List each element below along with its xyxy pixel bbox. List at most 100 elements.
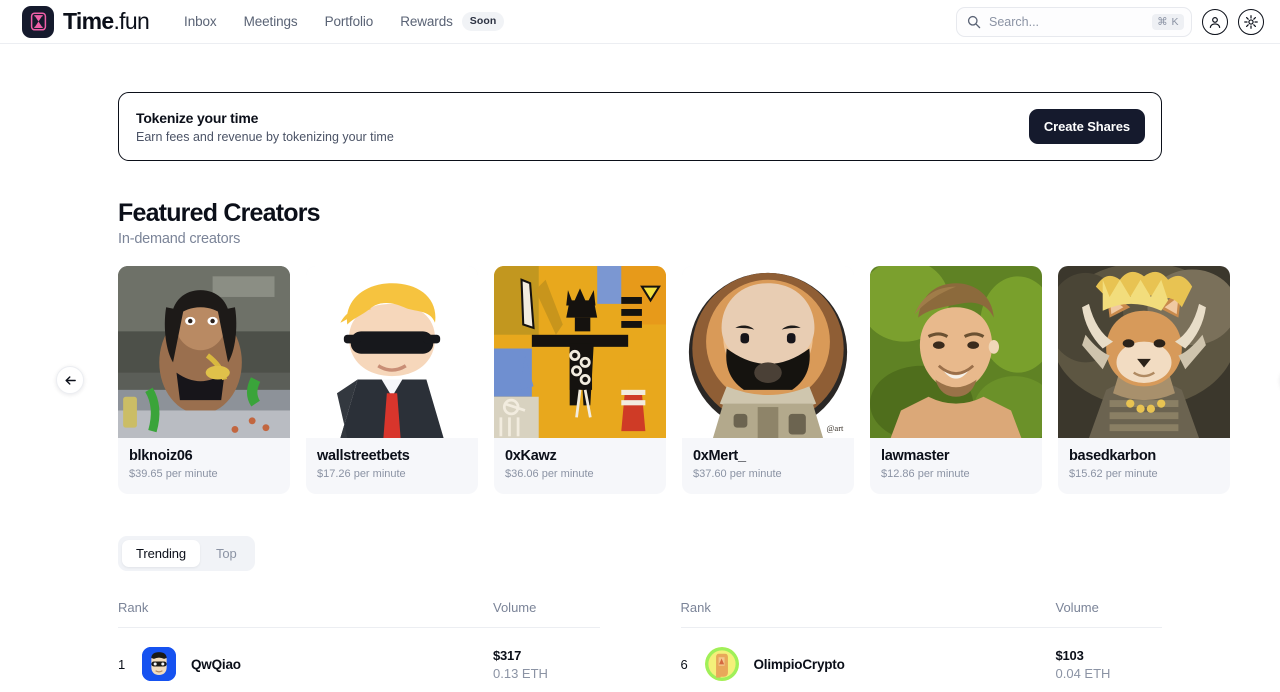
table-header: Rank Volume <box>680 600 1162 628</box>
nav-item-portfolio[interactable]: Portfolio <box>325 14 374 29</box>
creator-card[interactable]: 0xKawz $36.06 per minute <box>494 266 666 494</box>
tab-trending[interactable]: Trending <box>122 540 201 567</box>
creator-card[interactable]: wallstreetbets $17.26 per minute <box>306 266 478 494</box>
column-header-volume: Volume <box>1055 600 1099 615</box>
royal-fox-painting-art <box>1058 266 1230 438</box>
rank-cell: 1 QwQiao <box>118 647 493 681</box>
main-nav: Inbox Meetings Portfolio Rewards Soon <box>184 12 505 31</box>
search-shortcut-badge: ⌘ K <box>1152 13 1184 30</box>
creator-name: basedkarbon <box>1069 448 1156 464</box>
creator-card-body: lawmaster $12.86 per minute <box>870 438 1042 494</box>
app-header: Time.fun Inbox Meetings Portfolio Reward… <box>0 0 1280 44</box>
volume-usd: $103 <box>1055 647 1084 663</box>
creator-card[interactable]: basedkarbon $15.62 per minute <box>1058 266 1230 494</box>
creator-card-body: 0xKawz $36.06 per minute <box>494 438 666 494</box>
anime-woman-art <box>118 266 290 438</box>
creator-rate: $12.86 per minute <box>881 468 970 480</box>
rank-number: 1 <box>118 656 126 672</box>
column-header-rank: Rank <box>118 600 149 615</box>
creator-card[interactable]: lawmaster $12.86 per minute <box>870 266 1042 494</box>
creator-rate: $36.06 per minute <box>505 468 594 480</box>
creator-name: blknoiz06 <box>129 448 193 464</box>
rank-number: 6 <box>680 656 688 672</box>
leaderboard-table-right: Rank Volume 6 OlimpioCrypto $103 0.04 ET… <box>680 600 1163 681</box>
search-placeholder: Search... <box>989 14 1040 29</box>
leaderboard-table-left: Rank Volume 1 QwQiao $317 0.13 ETH <box>118 600 600 681</box>
volume-eth: 0.04 ETH <box>1055 665 1111 681</box>
banner-subtitle: Earn fees and revenue by tokenizing your… <box>136 129 394 144</box>
account-glyph-icon <box>1209 16 1221 28</box>
creators-carousel: blknoiz06 $39.65 per minute wallstreetbe… <box>56 266 1230 494</box>
volume-usd: $317 <box>493 647 522 663</box>
search-input[interactable]: Search... ⌘ K <box>956 6 1192 37</box>
header-actions: Search... ⌘ K <box>956 6 1264 37</box>
table-header: Rank Volume <box>118 600 600 628</box>
volume-cell: $317 0.13 ETH <box>493 648 548 681</box>
creator-card-body: 0xMert_ $37.60 per minute <box>682 438 854 494</box>
banner-text: Tokenize your time Earn fees and revenue… <box>136 110 394 144</box>
page-title: Featured Creators <box>118 199 321 227</box>
nav-item-rewards-label: Rewards <box>400 14 453 29</box>
creator-card-body: basedkarbon $15.62 per minute <box>1058 438 1230 494</box>
table-row[interactable]: 1 QwQiao $317 0.13 ETH <box>118 628 600 681</box>
creator-rate: $17.26 per minute <box>317 468 406 480</box>
bald-cartoon-man-art: @art <box>682 266 854 438</box>
creator-avatar-image: @art <box>682 266 854 438</box>
rank-cell: 6 OlimpioCrypto <box>681 647 1056 681</box>
blue-face-avatar-art <box>142 647 176 681</box>
column-header-rank: Rank <box>680 600 711 615</box>
brand-name-main: Time <box>63 8 114 34</box>
creator-name: OlimpioCrypto <box>753 656 845 672</box>
carousel-track: blknoiz06 $39.65 per minute wallstreetbe… <box>118 266 1230 494</box>
brand-name: Time.fun <box>63 8 150 34</box>
nav-item-meetings[interactable]: Meetings <box>244 14 298 29</box>
creator-name: lawmaster <box>881 448 950 464</box>
basquiat-painting-art <box>494 266 666 438</box>
smiling-man-photo-art <box>870 266 1042 438</box>
nav-item-rewards[interactable]: Rewards Soon <box>400 12 505 31</box>
featured-creators-header: Featured Creators In-demand creators <box>118 199 1162 247</box>
soon-badge: Soon <box>461 12 505 31</box>
creator-name: 0xKawz <box>505 448 557 464</box>
creator-card[interactable]: @art 0xMert_ $37.60 per minute <box>682 266 854 494</box>
creator-name: 0xMert_ <box>693 448 746 464</box>
creator-avatar-image <box>494 266 666 438</box>
carousel-prev-button[interactable] <box>56 366 84 394</box>
logo-box <box>22 5 54 38</box>
cartoon-trump-art <box>306 266 478 438</box>
creator-rate: $37.60 per minute <box>693 468 782 480</box>
creator-card-body: wallstreetbets $17.26 per minute <box>306 438 478 494</box>
hourglass-icon <box>30 12 46 31</box>
gear-icon[interactable] <box>1238 8 1264 35</box>
gear-glyph-icon <box>1244 14 1258 29</box>
page-content: Tokenize your time Earn fees and revenue… <box>0 92 1280 681</box>
creator-avatar-image <box>306 266 478 438</box>
leaderboard-tabs: Trending Top <box>118 536 255 571</box>
creator-rate: $15.62 per minute <box>1069 468 1158 480</box>
volume-cell: $103 0.04 ETH <box>1056 648 1111 681</box>
create-shares-button[interactable]: Create Shares <box>1028 109 1145 144</box>
search-icon <box>967 15 981 28</box>
column-header-volume: Volume <box>493 600 537 615</box>
creator-avatar-image <box>870 266 1042 438</box>
banner-title: Tokenize your time <box>136 109 259 126</box>
svg-text:@art: @art <box>826 423 844 433</box>
creator-card[interactable]: blknoiz06 $39.65 per minute <box>118 266 290 494</box>
creator-name: QwQiao <box>191 656 241 672</box>
creator-rate: $39.65 per minute <box>129 468 218 480</box>
creator-avatar-image <box>1058 266 1230 438</box>
page-subtitle: In-demand creators <box>118 231 241 247</box>
account-circle-icon[interactable] <box>1202 8 1228 35</box>
yellow-green-avatar-art <box>704 647 739 681</box>
creator-avatar-image <box>118 266 290 438</box>
brand-name-suffix: .fun <box>113 8 150 34</box>
table-row[interactable]: 6 OlimpioCrypto $103 0.04 ETH <box>681 628 1163 681</box>
creator-name: wallstreetbets <box>317 448 410 464</box>
leaderboard-tables: Rank Volume 1 QwQiao $317 0.13 ETH Rank … <box>118 600 1162 681</box>
avatar <box>704 647 739 681</box>
arrow-left-icon <box>65 375 76 385</box>
volume-eth: 0.13 ETH <box>493 665 548 681</box>
brand-logo[interactable]: Time.fun <box>22 5 150 38</box>
nav-item-inbox[interactable]: Inbox <box>184 14 217 29</box>
tab-top[interactable]: Top <box>202 540 251 567</box>
